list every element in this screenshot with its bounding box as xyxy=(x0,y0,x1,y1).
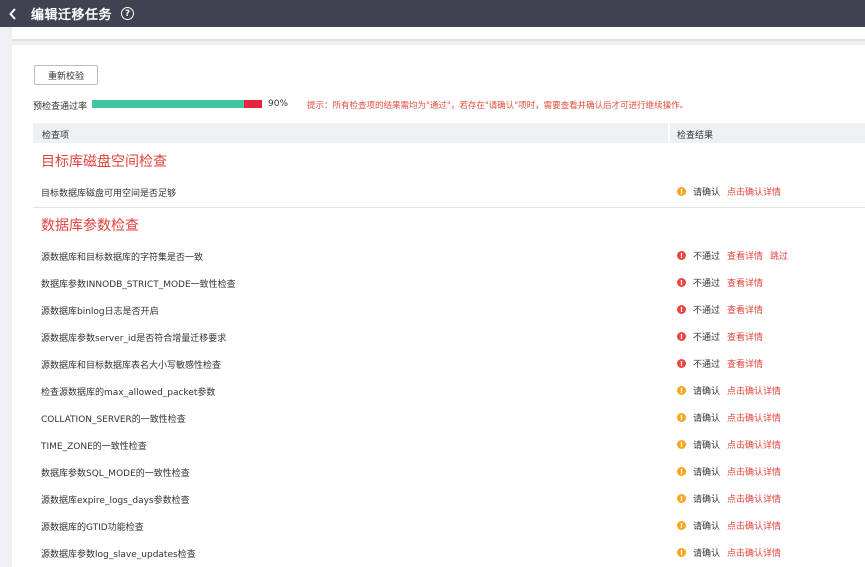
status-text: 不通过 xyxy=(693,279,721,289)
status-text: 请确认 xyxy=(693,549,721,559)
details-link[interactable]: 点击确认详情 xyxy=(727,384,781,397)
status-text: 不通过 xyxy=(693,360,721,370)
recheck-button[interactable]: 重新校验 xyxy=(34,65,98,85)
check-item-label: 源数据库的GTID功能检查 xyxy=(41,523,144,533)
check-item-label: 源数据库binlog日志是否开启 xyxy=(41,307,159,317)
status-text: 请确认 xyxy=(693,495,721,505)
check-item-label: 源数据库expire_logs_days参数检查 xyxy=(41,496,190,506)
check-item-label: TIME_ZONE的一致性检查 xyxy=(41,442,147,452)
check-result: ! 请确认 点击确认详情 xyxy=(677,465,788,478)
check-item-label: 源数据库和目标数据库的字符集是否一致 xyxy=(41,253,204,263)
check-result: ! 请确认 点击确认详情 xyxy=(677,519,788,532)
check-item-label: 检查源数据库的max_allowed_packet参数 xyxy=(41,388,216,398)
main-panel: 重新校验 预检查通过率 90% 提示：所有检查项的结果需均为"通过"，若存在"请… xyxy=(12,45,865,567)
pass-rate-label: 预检查通过率 xyxy=(33,102,88,112)
warning-icon: ! xyxy=(677,548,686,557)
warning-icon: ! xyxy=(677,386,686,395)
check-result: ! 不通过 查看详情 xyxy=(677,357,770,370)
table-header: 检查项 检查结果 xyxy=(33,123,865,143)
pass-rate-bar-fail xyxy=(244,100,262,108)
status-text: 不通过 xyxy=(693,252,721,262)
check-item-label: COLLATION_SERVER的一致性检查 xyxy=(41,415,186,425)
status-text: 请确认 xyxy=(693,188,721,198)
column-separator xyxy=(668,123,670,143)
details-link[interactable]: 查看详情 xyxy=(727,276,763,289)
pass-rate-bar-pass xyxy=(92,100,245,108)
pass-rate-bar xyxy=(92,100,262,108)
status-text: 请确认 xyxy=(693,441,721,451)
error-icon: ! xyxy=(677,359,686,368)
error-icon: ! xyxy=(677,305,686,314)
details-link[interactable]: 点击确认详情 xyxy=(727,465,781,478)
section-title: 目标库磁盘空间检查 xyxy=(41,154,167,170)
details-link[interactable]: 点击确认详情 xyxy=(727,411,781,424)
status-text: 请确认 xyxy=(693,468,721,478)
error-icon: ! xyxy=(677,251,686,260)
check-item-label: 数据库参数SQL_MODE的一致性检查 xyxy=(41,469,190,479)
pass-rate-percent: 90% xyxy=(268,99,289,109)
details-link[interactable]: 点击确认详情 xyxy=(727,185,781,198)
details-link[interactable]: 查看详情 xyxy=(727,330,763,343)
details-link[interactable]: 查看详情 xyxy=(727,249,763,262)
warning-icon: ! xyxy=(677,187,686,196)
check-item-label: 源数据库和目标数据库表名大小写敏感性检查 xyxy=(41,361,222,371)
check-result: ! 请确认 点击确认详情 xyxy=(677,185,788,198)
top-bar: 编辑迁移任务 ? xyxy=(0,0,865,27)
check-result: ! 不通过 查看详情 跳过 xyxy=(677,249,795,262)
check-result: ! 请确认 点击确认详情 xyxy=(677,492,788,505)
check-result: ! 请确认 点击确认详情 xyxy=(677,546,788,559)
check-result: ! 不通过 查看详情 xyxy=(677,330,770,343)
warning-icon: ! xyxy=(677,413,686,422)
details-link[interactable]: 查看详情 xyxy=(727,357,763,370)
status-text: 请确认 xyxy=(693,387,721,397)
header-strip xyxy=(12,27,865,41)
section-divider xyxy=(33,207,865,208)
status-text: 不通过 xyxy=(693,306,721,316)
check-result: ! 请确认 点击确认详情 xyxy=(677,411,788,424)
check-result: ! 不通过 查看详情 xyxy=(677,276,770,289)
details-link[interactable]: 点击确认详情 xyxy=(727,438,781,451)
warning-icon: ! xyxy=(677,440,686,449)
check-result: ! 请确认 点击确认详情 xyxy=(677,438,788,451)
check-item-label: 源数据库参数log_slave_updates检查 xyxy=(41,550,196,560)
skip-link[interactable]: 跳过 xyxy=(770,249,788,262)
status-text: 请确认 xyxy=(693,414,721,424)
hint-text: 提示：所有检查项的结果需均为"通过"，若存在"请确认"项时，需要查看并确认后才可… xyxy=(307,101,689,111)
status-text: 不通过 xyxy=(693,333,721,343)
page-title: 编辑迁移任务 xyxy=(31,8,113,23)
details-link[interactable]: 点击确认详情 xyxy=(727,492,781,505)
column-header-item: 检查项 xyxy=(42,131,70,141)
back-chevron-icon[interactable] xyxy=(9,7,23,20)
error-icon: ! xyxy=(677,332,686,341)
warning-icon: ! xyxy=(677,521,686,530)
warning-icon: ! xyxy=(677,467,686,476)
details-link[interactable]: 点击确认详情 xyxy=(727,519,781,532)
details-link[interactable]: 查看详情 xyxy=(727,303,763,316)
check-item-label: 源数据库参数server_id是否符合增量迁移要求 xyxy=(41,334,227,344)
check-item-label: 目标数据库磁盘可用空间是否足够 xyxy=(41,189,177,199)
check-result: ! 不通过 查看详情 xyxy=(677,303,770,316)
details-link[interactable]: 点击确认详情 xyxy=(727,546,781,559)
warning-icon: ! xyxy=(677,494,686,503)
check-result: ! 请确认 点击确认详情 xyxy=(677,384,788,397)
section-title: 数据库参数检查 xyxy=(41,218,139,234)
check-item-label: 数据库参数INNODB_STRICT_MODE一致性检查 xyxy=(41,280,236,290)
column-header-result: 检查结果 xyxy=(677,131,714,141)
help-icon[interactable]: ? xyxy=(121,7,135,20)
error-icon: ! xyxy=(677,278,686,287)
status-text: 请确认 xyxy=(693,522,721,532)
